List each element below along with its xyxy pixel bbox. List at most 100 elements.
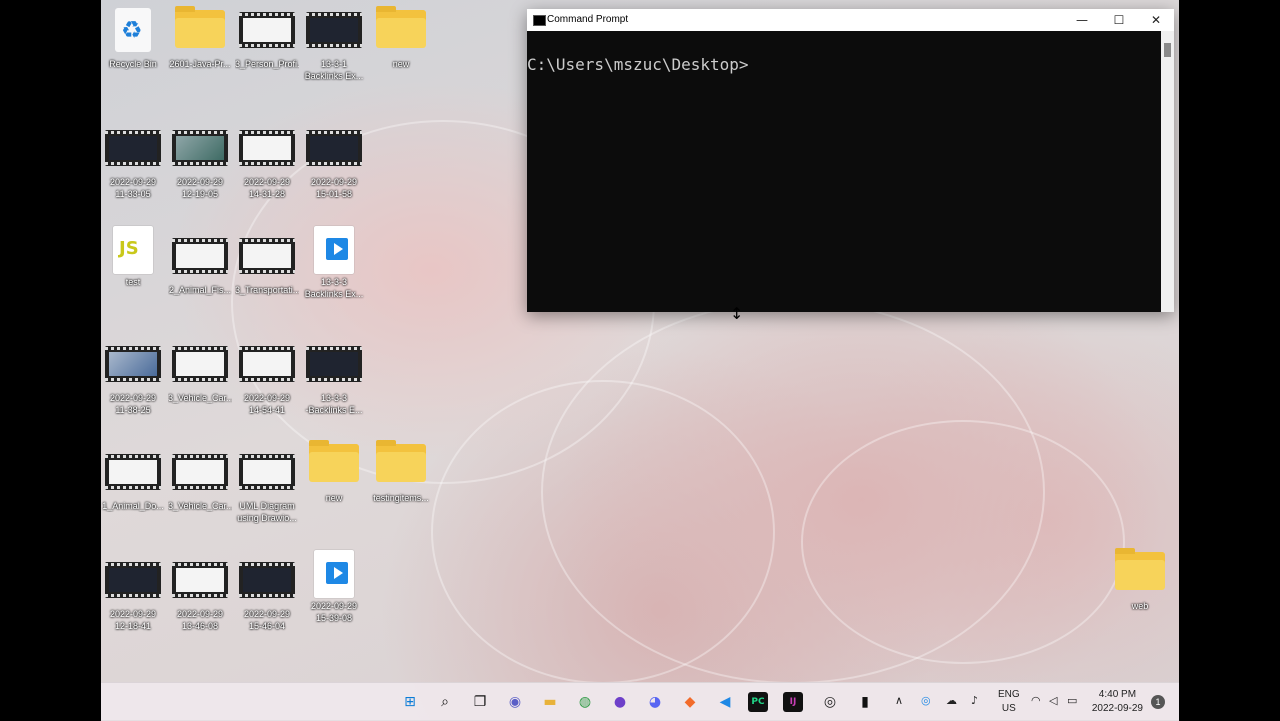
maximize-button[interactable]: ☐ <box>1101 9 1137 31</box>
desktop-icon-folder-web[interactable]: web <box>1108 544 1172 648</box>
language-indicator[interactable]: ENG US <box>998 688 1020 716</box>
desktop-icon-video[interactable]: 2022-09-29 13-46-08 <box>168 552 232 656</box>
desktop-icon-folder[interactable]: testingitems... <box>369 436 433 540</box>
video-file-icon <box>239 130 295 166</box>
battery-icon[interactable]: ▭ <box>1067 694 1077 707</box>
pycharm-icon[interactable]: PC <box>748 692 768 712</box>
folder-icon <box>376 440 426 482</box>
desktop-icon-label: 3_Person_Profi... <box>235 59 299 69</box>
windows-start-icon[interactable]: ⊞ <box>398 690 422 714</box>
folder-icon <box>175 6 225 48</box>
desktop-icon-video[interactable]: 3_Transportati... <box>235 228 299 332</box>
desktop-icon-video[interactable]: 1_Animal_Do... <box>101 444 165 548</box>
media-file-icon <box>314 550 354 598</box>
intellij-icon[interactable]: IJ <box>783 692 803 712</box>
desktop-icon-video[interactable]: 2022-09-29 15-01-58 <box>302 120 366 224</box>
desktop-icon-video[interactable]: 2022-09-29 11-33-05 <box>101 120 165 224</box>
video-file-icon <box>239 238 295 274</box>
desktop-icon-media-file[interactable]: 2022-09-29 15-39-08 <box>302 544 366 648</box>
video-file-icon <box>172 346 228 382</box>
media-file-icon <box>314 226 354 274</box>
resize-cursor-icon: ↕ <box>730 304 744 323</box>
onedrive-icon[interactable]: ☁ <box>946 694 957 707</box>
chat-icon[interactable]: ◉ <box>503 690 527 714</box>
video-file-icon <box>306 346 362 382</box>
obs-icon[interactable]: ◎ <box>818 690 842 714</box>
notification-badge[interactable]: 1 <box>1151 695 1165 709</box>
desktop-icon-label: UML Diagram using Drawio... <box>237 501 297 523</box>
desktop-icon-js-file[interactable]: JS test <box>101 220 165 324</box>
minimize-button[interactable]: — <box>1064 9 1100 31</box>
js-file-icon: JS <box>113 226 153 274</box>
desktop-icon-recycle-bin[interactable]: Recycle Bin <box>101 2 165 106</box>
desktop-icon-video[interactable]: 2_Animal_Fis... <box>168 228 232 332</box>
file-explorer-icon[interactable]: ▬ <box>538 690 562 714</box>
desktop-icon-video[interactable]: 3_Vehicle_Car... <box>168 444 232 548</box>
task-view-icon[interactable]: ❐ <box>468 690 492 714</box>
desktop-icon-label: 2022-09-29 15-46-04 <box>243 609 291 631</box>
desktop-icon-video[interactable]: 3_Vehicle_Car... <box>168 336 232 440</box>
clock-date: 2022-09-29 <box>1091 703 1143 714</box>
discord-icon[interactable]: ◕ <box>643 690 667 714</box>
video-file-icon <box>105 562 161 598</box>
desktop-icon-label: 2022-09-29 12-18-41 <box>109 609 157 631</box>
video-file-icon <box>239 454 295 490</box>
desktop-icon-label: 2601-Java-Pr... <box>169 59 231 69</box>
desktop-icon-video[interactable]: UML Diagram using Drawio... <box>235 444 299 548</box>
desktop-icon-zip-folder[interactable]: new <box>369 2 433 106</box>
desktop-icon-video[interactable]: 13-3-1 Backlinks Ex... <box>302 2 366 106</box>
desktop-icon-video[interactable]: 2022-09-29 11-38-25 <box>101 336 165 440</box>
desktop-icon-label: 2022-09-29 15-39-08 <box>310 601 358 623</box>
github-icon[interactable]: ● <box>608 690 632 714</box>
desktop-icon-label: 2022-09-29 12-19-05 <box>176 177 224 199</box>
desktop-icon-folder[interactable]: 2601-Java-Pr... <box>168 2 232 106</box>
brave-icon[interactable]: ◆ <box>678 690 702 714</box>
desktop-icon-video[interactable]: 2022-09-29 14-54-41 <box>235 336 299 440</box>
desktop-icon-video[interactable]: 3_Person_Profi... <box>235 2 299 106</box>
clock[interactable]: 4:40 PM 2022-09-29 <box>1092 688 1143 716</box>
desktop-icon-video[interactable]: 2022-09-29 12-19-05 <box>168 120 232 224</box>
window-title: Command Prompt <box>547 14 629 25</box>
desktop-icon-video[interactable]: 2022-09-29 14-31-28 <box>235 120 299 224</box>
desktop-icon-label: 3_Transportati... <box>235 285 299 295</box>
desktop-icon-label: web <box>1131 601 1149 611</box>
volume-icon[interactable]: ◁ <box>1049 694 1057 707</box>
desktop-icon-video[interactable]: 2022-09-29 15-46-04 <box>235 552 299 656</box>
taskbar: ⊞ ⌕ ❐ ◉ ▬ ◍ ● ◕ ◆ ◀ PC IJ ◎ ▮ ∧ ◎ ☁ ♪ ENG US ◠ ◁ ▭ 4:… <box>101 682 1179 721</box>
vertical-scrollbar[interactable] <box>1161 31 1174 312</box>
video-file-icon <box>172 454 228 490</box>
vscode-icon[interactable]: ◀ <box>713 690 737 714</box>
video-file-icon <box>105 346 161 382</box>
desktop-icon-label: 2022-09-29 14-31-28 <box>243 177 291 199</box>
recycle-bin-icon <box>115 8 151 52</box>
desktop-icon-label: 2022-09-29 13-46-08 <box>176 609 224 631</box>
desktop-icon-label: new <box>392 59 410 69</box>
desktop-icon-label: Recycle Bin <box>109 59 157 69</box>
search-icon[interactable]: ⌕ <box>433 690 457 714</box>
desktop-icon-label: 13-3-3 Backlinks Ex... <box>304 277 364 299</box>
desktop-icon-video[interactable]: 13-3-3 -Backlinks E... <box>302 336 366 440</box>
video-file-icon <box>172 130 228 166</box>
desktop-icon-label: 3_Vehicle_Car... <box>168 393 232 403</box>
desktop-icon-video[interactable]: 2022-09-29 12-18-41 <box>101 552 165 656</box>
wifi-icon[interactable]: ◠ <box>1031 694 1041 707</box>
edge-tray-icon[interactable]: ◎ <box>921 694 931 707</box>
console-output[interactable]: C:\Users\mszuc\Desktop> <box>527 31 1161 312</box>
desktop-icon-label: 3_Vehicle_Car... <box>168 501 232 511</box>
microphone-icon[interactable]: ♪ <box>971 694 978 707</box>
close-button[interactable]: ✕ <box>1138 9 1174 31</box>
desktop-icon-label: 13-3-3 -Backlinks E... <box>305 393 363 415</box>
window-titlebar[interactable]: Command Prompt — ☐ ✕ <box>527 9 1174 31</box>
show-hidden-icons-chevron-icon[interactable]: ∧ <box>895 694 903 707</box>
chrome-icon[interactable]: ◍ <box>573 690 597 714</box>
command-prompt-window[interactable]: Command Prompt — ☐ ✕ C:\Users\mszuc\Desk… <box>527 9 1174 312</box>
zip-folder-icon <box>376 6 426 48</box>
terminal-icon[interactable]: ▮ <box>853 690 877 714</box>
scrollbar-thumb[interactable] <box>1164 43 1171 57</box>
video-file-icon <box>306 12 362 48</box>
video-file-icon <box>239 12 295 48</box>
language-code: ENG <box>998 689 1020 700</box>
command-prompt-text: C:\Users\mszuc\Desktop> <box>527 55 749 74</box>
desktop-icon-folder[interactable]: new <box>302 436 366 540</box>
desktop-icon-media-file[interactable]: 13-3-3 Backlinks Ex... <box>302 220 366 324</box>
